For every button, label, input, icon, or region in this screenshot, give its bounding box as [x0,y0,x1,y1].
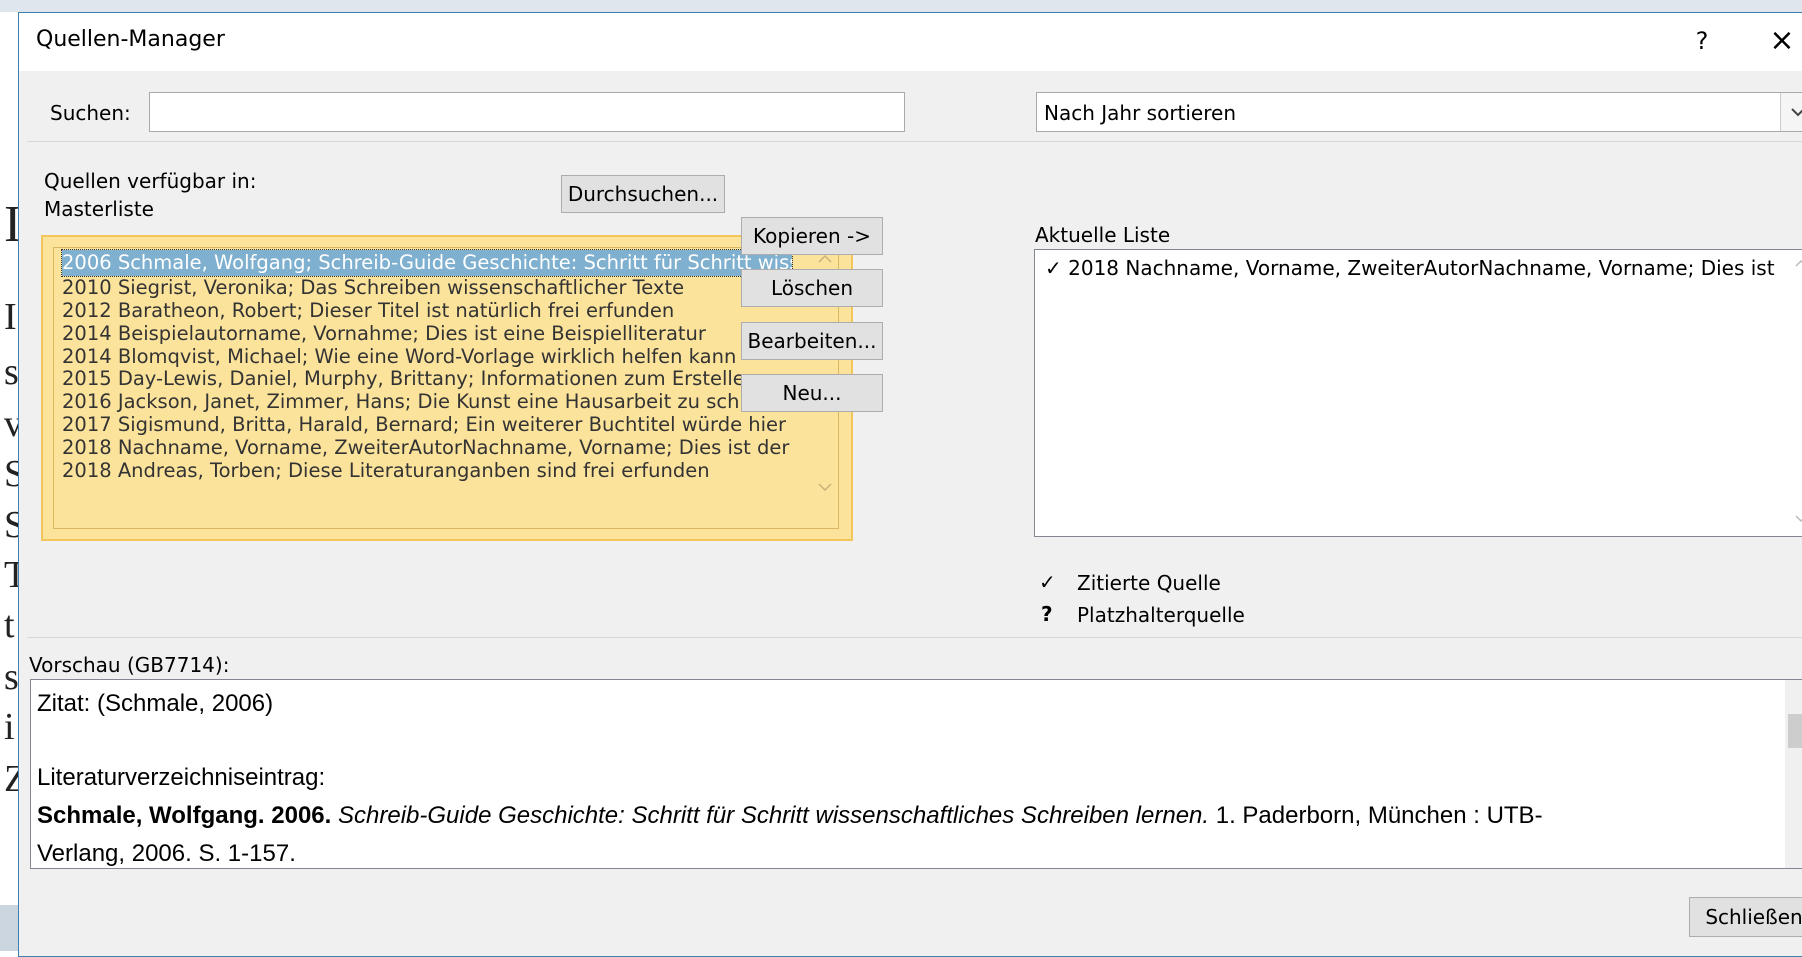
sort-selected-value: Nach Jahr sortieren [1044,101,1237,125]
current-list-scrollbar[interactable] [1789,250,1802,536]
preview-scrollbar[interactable] [1785,680,1802,868]
preview-bibliography-entry-cont: Verlang, 2006. S. 1-157. [37,840,296,867]
edit-button[interactable]: Bearbeiten... [741,322,883,360]
close-button[interactable]: Schließen [1689,897,1802,937]
preview-title: Schreib-Guide Geschichte: Schritt für Sc… [338,802,1210,829]
current-list-label: Aktuelle Liste [1035,223,1171,247]
close-icon[interactable]: × [1759,23,1802,59]
background-text: t [4,604,15,646]
title-bar: Quellen-Manager ? × [19,13,1802,71]
placeholder-source-icon: ? [1041,602,1053,626]
preview-label: Vorschau (GB7714): [29,653,230,677]
new-button[interactable]: Neu... [741,374,883,412]
dialog-title: Quellen-Manager [36,27,225,52]
current-list-item[interactable]: ✓ 2018 Nachname, Vorname, ZweiterAutorNa… [1045,256,1775,280]
delete-button[interactable]: Löschen [741,269,883,307]
legend-cited-label: Zitierte Quelle [1077,571,1221,595]
current-list[interactable]: ✓ 2018 Nachname, Vorname, ZweiterAutorNa… [1034,249,1802,537]
preview-publisher: 1. Paderborn, München : UTB- [1215,802,1543,829]
scroll-arrows-icon [1795,259,1802,523]
preview-scroll-thumb[interactable] [1788,714,1802,748]
background-text: s [4,656,19,698]
master-list-highlight: 2006 Schmale, Wolfgang; Schreib-Guide Ge… [41,235,853,541]
source-manager-dialog: Quellen-Manager ? × Suchen: Nach Jahr so… [18,12,1802,957]
background-toolbar [0,0,1802,12]
cited-source-icon: ✓ [1039,570,1056,594]
search-label: Suchen: [50,101,131,125]
preview-bibliography-entry: Schmale, Wolfgang. 2006. Schreib-Guide G… [37,802,1543,830]
copy-button[interactable]: Kopieren -> [741,217,883,255]
search-input[interactable] [149,92,905,132]
background-text: s [4,351,19,393]
master-list-label: Masterliste [44,197,154,221]
master-list-item[interactable]: 2018 Andreas, Torben; Diese Literaturang… [62,458,710,484]
sources-available-label: Quellen verfügbar in: [44,169,257,193]
divider [27,141,1802,142]
divider [27,637,1802,638]
legend-placeholder-label: Platzhalterquelle [1077,603,1245,627]
cited-check-icon: ✓ [1045,256,1062,280]
preview-pane[interactable]: Zitat: (Schmale, 2006) Literaturverzeich… [30,679,1802,869]
preview-bibliography-label: Literaturverzeichniseintrag: [37,764,326,791]
browse-button[interactable]: Durchsuchen... [561,175,725,213]
preview-citation: Zitat: (Schmale, 2006) [37,690,274,717]
preview-author: Schmale, Wolfgang. 2006. [37,802,332,829]
chevron-down-icon[interactable] [1780,93,1802,131]
master-list[interactable]: 2006 Schmale, Wolfgang; Schreib-Guide Ge… [53,247,839,529]
sort-select[interactable]: Nach Jahr sortieren [1036,92,1802,132]
current-list-item-text: 2018 Nachname, Vorname, ZweiterAutorNach… [1068,256,1775,280]
background-text: I [4,296,17,338]
master-list-item[interactable]: 2006 Schmale, Wolfgang; Schreib-Guide Ge… [61,249,793,277]
help-button[interactable]: ? [1682,23,1722,59]
background-text: i [4,706,15,748]
